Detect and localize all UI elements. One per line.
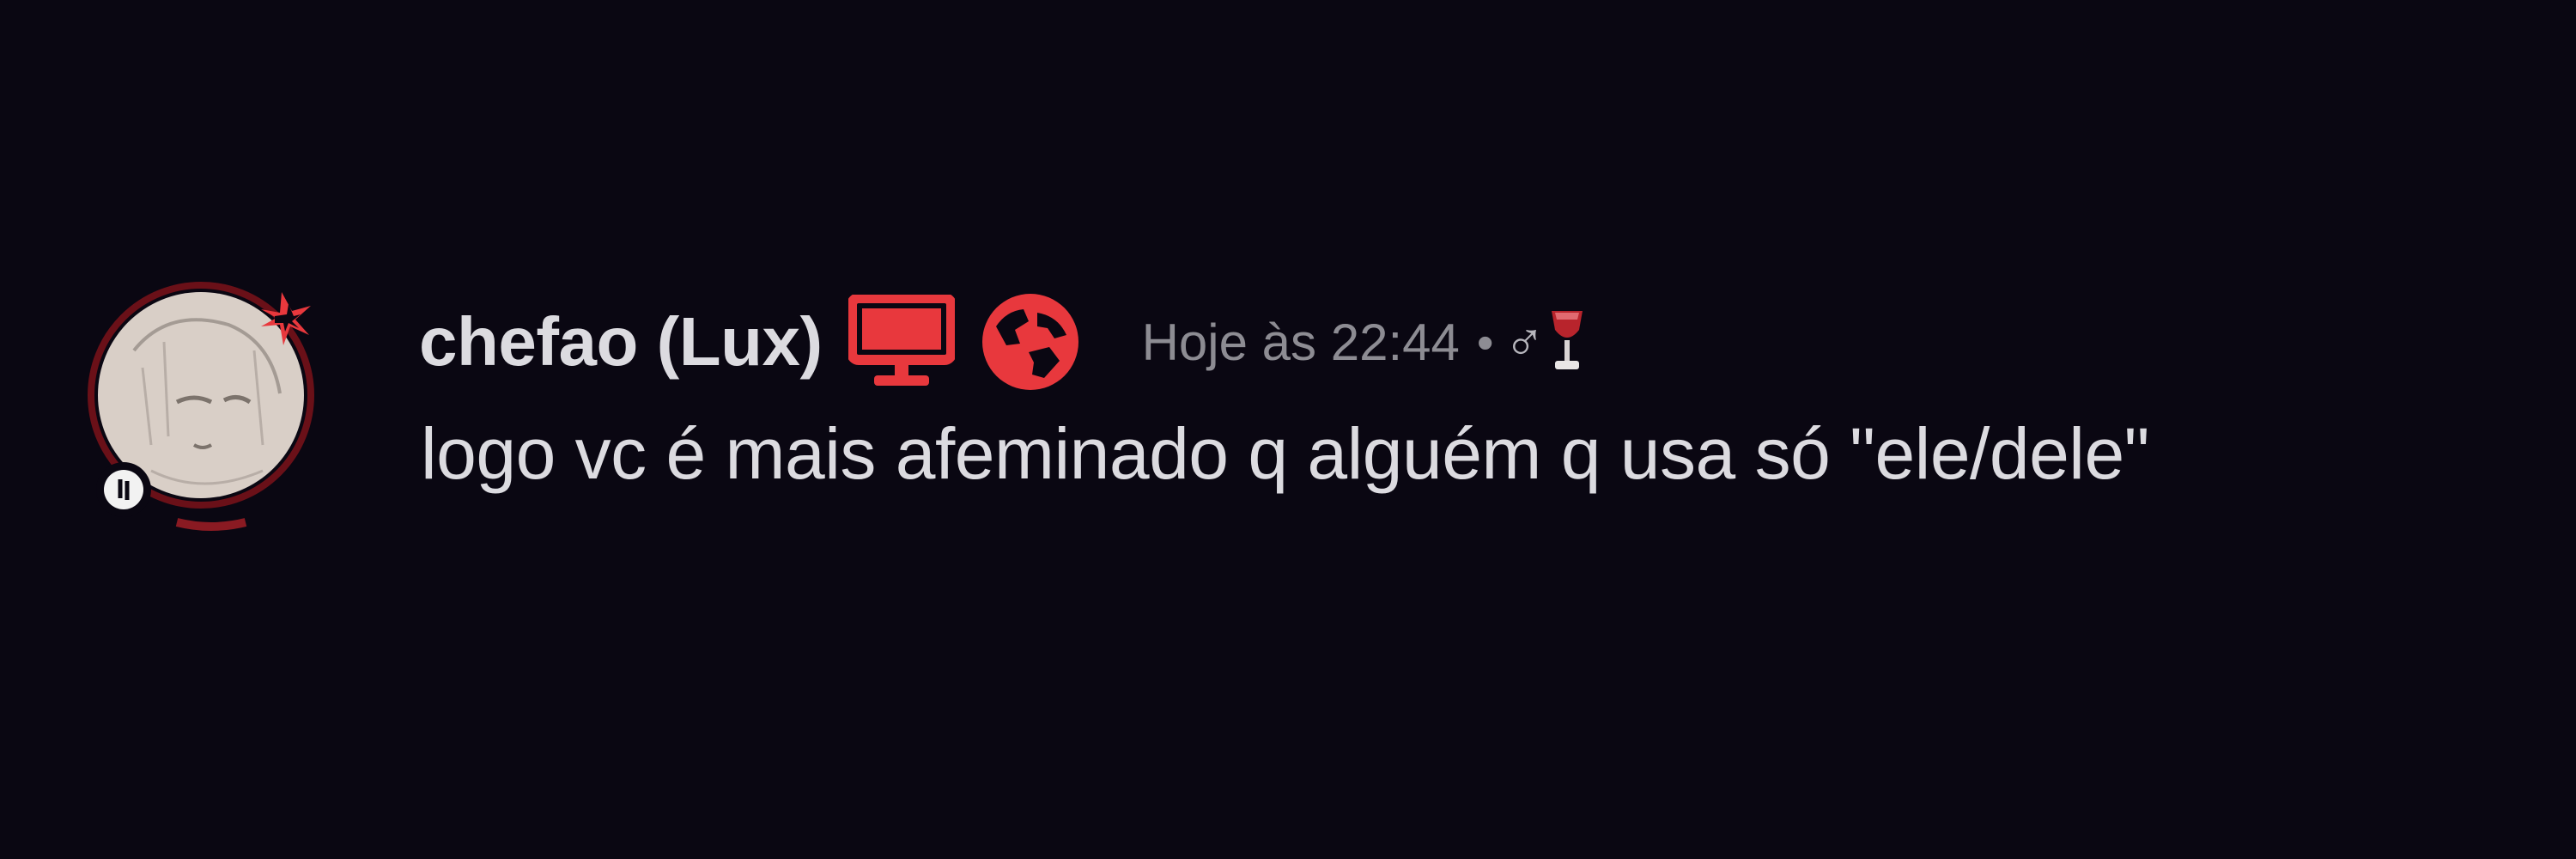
male-symbol-icon: ♂	[1504, 311, 1546, 373]
status-idle-icon	[104, 470, 143, 509]
message-header: chefao (Lux) Hoje às 22:44 • ♂	[419, 290, 1586, 393]
chat-message: chefao (Lux) Hoje às 22:44 • ♂ logo vc é…	[0, 0, 2576, 859]
anime-avatar-icon	[88, 282, 314, 531]
username[interactable]: chefao (Lux)	[419, 302, 823, 381]
globe-icon	[981, 292, 1080, 392]
desktop-icon	[848, 295, 955, 389]
wine-glass-icon	[1548, 308, 1586, 376]
timestamp[interactable]: Hoje às 22:44	[1142, 313, 1460, 372]
separator-dot: •	[1476, 314, 1494, 369]
message-content: logo vc é mais afeminado q alguém q usa …	[421, 413, 2150, 494]
avatar[interactable]	[82, 273, 340, 546]
